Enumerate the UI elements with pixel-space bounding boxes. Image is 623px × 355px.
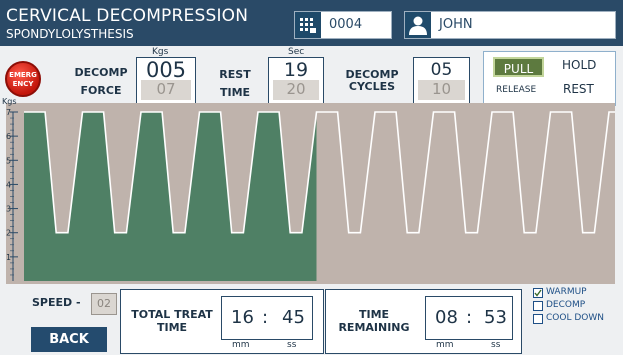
time-remaining-label-line2: REMAINING	[338, 321, 410, 334]
pull-button[interactable]: PULL	[493, 57, 544, 77]
phase-status-panel: PULL HOLD RELEASE REST	[483, 51, 616, 106]
chart-y-axis-label: Kgs	[2, 97, 17, 106]
decomp-force-actual-value: 07	[141, 80, 191, 100]
phase-cool-down[interactable]: COOL DOWN	[533, 313, 604, 324]
patient-id-field[interactable]: 0004	[294, 11, 392, 39]
decomp-force-set-value: 005	[145, 58, 187, 82]
patient-name-field[interactable]: JOHN	[404, 11, 616, 39]
speed-value[interactable]: 02	[91, 293, 117, 315]
y-tick-label: 6	[6, 132, 11, 141]
phase-warmup[interactable]: WARMUP	[533, 287, 587, 298]
emergency-label-line2: ENCY	[12, 80, 34, 88]
emergency-label-line1: EMERG	[9, 71, 37, 79]
page-title: CERVICAL DECOMPRESSION	[6, 6, 249, 26]
y-tick-label: 4	[6, 180, 11, 189]
rest-time-actual-value: 20	[273, 80, 319, 100]
release-button[interactable]: RELEASE	[496, 85, 536, 95]
total-treat-label-line1: TOTAL TREAT	[131, 308, 213, 321]
user-icon	[405, 12, 431, 38]
time-remaining-label-line1: TIME	[358, 308, 390, 321]
warmup-checkbox[interactable]	[533, 288, 543, 298]
time-remaining-display: 08 : 53	[425, 296, 513, 340]
rest-time-set-value: 19	[283, 59, 309, 81]
hold-button[interactable]: HOLD	[562, 58, 596, 72]
y-tick-label: 3	[6, 205, 11, 214]
total-treat-seconds: 45	[282, 307, 305, 328]
back-button[interactable]: BACK	[31, 327, 107, 352]
speed-label: SPEED -	[32, 296, 81, 309]
y-tick-label: 1	[6, 253, 11, 262]
decomp-cycles-box[interactable]: 05 10	[413, 57, 470, 104]
total-treat-time-display: 16 : 45	[221, 296, 313, 340]
total-treat-min-unit: mm	[232, 340, 250, 350]
phase-decomp-label: DECOMP	[546, 300, 586, 310]
decomp-force-box[interactable]: 005 07	[136, 57, 196, 104]
time-remaining-sec-unit: ss	[491, 340, 501, 350]
rest-button[interactable]: REST	[563, 82, 594, 96]
time-remaining-panel: TIME REMAINING 08 : 53 mm ss	[325, 289, 522, 354]
total-treat-time-panel: TOTAL TREAT TIME 16 : 45 mm ss	[120, 289, 324, 354]
force-profile-line	[24, 111, 615, 234]
phase-cool-down-label: COOL DOWN	[546, 313, 604, 323]
total-treat-sec-unit: ss	[287, 340, 297, 350]
decomp-checkbox[interactable]	[533, 301, 543, 311]
keypad-icon	[295, 12, 321, 38]
rest-time-label-line2: TIME	[219, 86, 251, 99]
decomp-cycles-set-value: 05	[430, 60, 453, 80]
time-remaining-min-unit: mm	[436, 340, 454, 350]
rest-time-box[interactable]: 19 20	[268, 57, 324, 104]
decomp-force-unit: Kgs	[152, 47, 169, 57]
patient-id-value: 0004	[329, 17, 363, 32]
total-treat-separator: :	[262, 307, 269, 328]
patient-name-value: JOHN	[439, 17, 473, 32]
cool-down-checkbox[interactable]	[533, 314, 543, 324]
time-remaining-separator: :	[466, 307, 473, 328]
decomp-force-label-line2: FORCE	[80, 84, 122, 97]
phase-warmup-label: WARMUP	[546, 287, 587, 297]
decomp-force-label-line1: DECOMP	[74, 66, 128, 79]
force-profile-svg: 1 2 3 4 5 6 7	[6, 108, 615, 281]
force-profile-chart: 1 2 3 4 5 6 7	[6, 103, 615, 284]
decomp-cycles-actual-value: 10	[418, 80, 465, 100]
rest-time-label-line1: REST	[219, 68, 251, 81]
time-remaining-seconds: 53	[484, 307, 507, 328]
time-remaining-minutes: 08	[435, 307, 458, 328]
page-subtitle: SPONDYLOLYSTHESIS	[6, 27, 134, 41]
emergency-button[interactable]: EMERG ENCY	[5, 61, 41, 97]
rest-time-unit: Sec	[288, 47, 305, 57]
total-treat-label-line2: TIME	[156, 321, 188, 334]
decomp-cycles-label-line2: CYCLES	[348, 80, 396, 93]
y-tick-label: 2	[6, 229, 11, 238]
total-treat-minutes: 16	[231, 307, 254, 328]
phase-decomp[interactable]: DECOMP	[533, 300, 586, 311]
y-tick-label: 5	[6, 156, 11, 165]
y-tick-label: 7	[6, 108, 11, 117]
